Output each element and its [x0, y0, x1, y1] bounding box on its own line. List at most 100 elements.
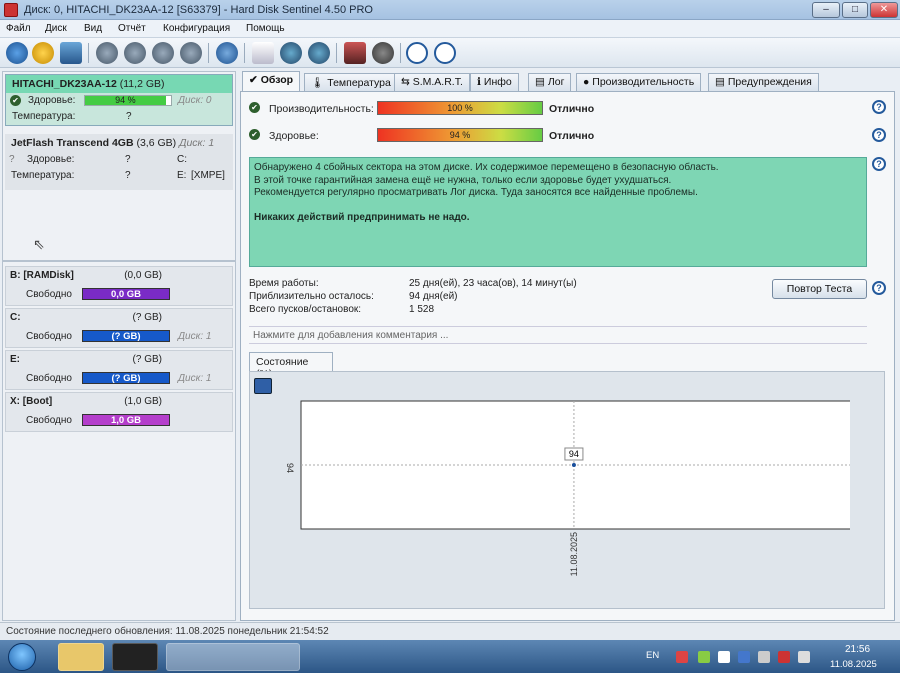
start-button[interactable]: [8, 643, 36, 671]
clock-time[interactable]: 21:56: [845, 644, 870, 655]
title-bar: Диск: 0, HITACHI_DK23AA-12 [S63379] - Ha…: [0, 0, 900, 20]
message-line: В этой точке гарантийная замена ещё не н…: [254, 174, 672, 186]
free-label: Свободно: [26, 373, 72, 384]
ok-check-icon: ✔: [249, 102, 260, 113]
tool-icon[interactable]: [152, 42, 174, 64]
performance-label: Производительность:: [269, 103, 374, 115]
tab-info[interactable]: ℹ Инфо: [470, 73, 519, 91]
menu-report[interactable]: Отчёт: [118, 23, 146, 34]
tab-alerts[interactable]: ▤ Предупреждения: [708, 73, 819, 91]
volume-disk: Диск: 1: [178, 373, 212, 384]
language-indicator[interactable]: EN: [646, 650, 659, 661]
volume-item-b[interactable]: B: [RAMDisk] (0,0 GB) Свободно 0,0 GB: [5, 266, 233, 306]
ok-check-icon: ✔: [249, 129, 260, 140]
y-tick-label: 94: [285, 463, 295, 473]
tab-performance[interactable]: ● Производительность: [576, 73, 702, 91]
free-label: Свободно: [26, 415, 72, 426]
menu-help[interactable]: Помощь: [246, 23, 285, 34]
settings-icon[interactable]: [280, 42, 302, 64]
mouse-cursor: ⇖: [33, 236, 45, 252]
help-icon[interactable]: ?: [872, 157, 886, 171]
volume-name: X: [Boot]: [10, 396, 53, 407]
volume-size: (1,0 GB): [124, 396, 162, 407]
disk-icon[interactable]: [60, 42, 82, 64]
tab-smart[interactable]: ⇆ S.M.A.R.T.: [394, 73, 470, 91]
data-point: [571, 463, 576, 467]
state-chart: 94 11.08.2025 94: [285, 400, 850, 576]
x-tick-label: 11.08.2025: [569, 532, 579, 576]
temperature-label: Температура:: [11, 170, 75, 181]
uptime-label: Время работы:: [249, 278, 319, 289]
tray-icon: [738, 651, 750, 663]
temperature-value: ?: [125, 170, 131, 181]
tab-state[interactable]: Состояние (%): [249, 352, 333, 380]
menu-view[interactable]: Вид: [84, 23, 102, 34]
help-icon[interactable]: ?: [872, 281, 886, 295]
tool-icon[interactable]: [124, 42, 146, 64]
disk-name: HITACHI_DK23AA-12: [12, 78, 117, 90]
close-button[interactable]: ✕: [870, 2, 898, 18]
volume-name: B: [RAMDisk]: [10, 270, 74, 281]
menu-configuration[interactable]: Конфигурация: [163, 23, 230, 34]
disk-item-hitachi[interactable]: HITACHI_DK23AA-12 (11,2 GB) ✔ Здоровье: 94…: [5, 74, 233, 126]
alert-icon[interactable]: [344, 42, 366, 64]
help-icon[interactable]: ?: [872, 100, 886, 114]
volume-name: C:: [10, 312, 21, 323]
data-label: 94: [569, 449, 579, 459]
disk-name: JetFlash Transcend 4GB: [11, 137, 134, 149]
tab-log[interactable]: ▤ Лог: [528, 73, 572, 91]
disk-size: (11,2 GB): [119, 78, 165, 90]
health-label: Здоровье:: [269, 130, 319, 142]
help-icon[interactable]: ?: [872, 128, 886, 142]
report-icon[interactable]: [252, 42, 274, 64]
volume-item-c[interactable]: C: (? GB) Свободно (? GB) Диск: 1: [5, 308, 233, 348]
tool-icon[interactable]: [180, 42, 202, 64]
remaining-value: 94 дня(ей): [409, 291, 458, 302]
temperature-label: Температура:: [12, 111, 76, 122]
tray-icon: [718, 651, 730, 663]
sound-icon[interactable]: [372, 42, 394, 64]
menu-disk[interactable]: Диск: [45, 23, 67, 34]
disk-number: Диск: 0: [178, 95, 212, 106]
comment-field[interactable]: Нажмите для добавления комментария ...: [249, 326, 867, 344]
free-label: Свободно: [26, 289, 72, 300]
volume-disk: Диск: 1: [178, 331, 212, 342]
warning-icon[interactable]: [32, 42, 54, 64]
info-icon[interactable]: [434, 42, 456, 64]
disk-number: Диск: 1: [179, 137, 215, 149]
tool-icon[interactable]: [96, 42, 118, 64]
disk-item-jetflash[interactable]: JetFlash Transcend 4GB (3,6 GB) Диск: 1 …: [5, 134, 233, 190]
maximize-button[interactable]: □: [842, 2, 868, 18]
network-icon[interactable]: [308, 42, 330, 64]
minimize-button[interactable]: –: [812, 2, 840, 18]
remaining-label: Приблизительно осталось:: [249, 291, 374, 302]
free-space-bar: (? GB): [82, 330, 170, 342]
message-line: Рекомендуется регулярно просматривать Ло…: [254, 187, 698, 198]
free-label: Свободно: [26, 331, 72, 342]
free-space-bar: 0,0 GB: [82, 288, 170, 300]
health-bar: 94 %: [84, 95, 172, 106]
refresh-icon[interactable]: [6, 42, 28, 64]
starts-label: Всего пусков/остановок:: [249, 304, 362, 315]
disk-panel: HITACHI_DK23AA-12 (11,2 GB) ✔ Здоровье: 94…: [2, 71, 236, 621]
tab-overview[interactable]: ✔ Обзор: [242, 71, 301, 92]
volume-item-e[interactable]: E: (? GB) Свободно (? GB) Диск: 1: [5, 350, 233, 390]
health-status: Отлично: [549, 130, 595, 142]
retest-button[interactable]: Повтор Теста: [772, 279, 867, 299]
menu-file[interactable]: Файл: [6, 23, 31, 34]
hdsentinel-task[interactable]: [166, 643, 300, 671]
volume-item-x[interactable]: X: [Boot] (1,0 GB) Свободно 1,0 GB: [5, 392, 233, 432]
clock-date[interactable]: 11.08.2025: [830, 659, 877, 670]
explorer-icon[interactable]: [58, 643, 104, 671]
health-label: Здоровье:: [27, 154, 75, 165]
network-icon: [798, 651, 810, 663]
app-window: Диск: 0, HITACHI_DK23AA-12 [S63379] - Ha…: [0, 0, 900, 640]
free-space-bar: 1,0 GB: [82, 414, 170, 426]
tab-temperature[interactable]: 🌡 Температура: [304, 73, 398, 91]
globe-icon[interactable]: [216, 42, 238, 64]
terminal-icon[interactable]: [112, 643, 158, 671]
help-icon[interactable]: [406, 42, 428, 64]
volume-size: (? GB): [132, 354, 162, 365]
health-bar: 94 %: [377, 128, 543, 142]
health-value: ?: [125, 154, 131, 165]
